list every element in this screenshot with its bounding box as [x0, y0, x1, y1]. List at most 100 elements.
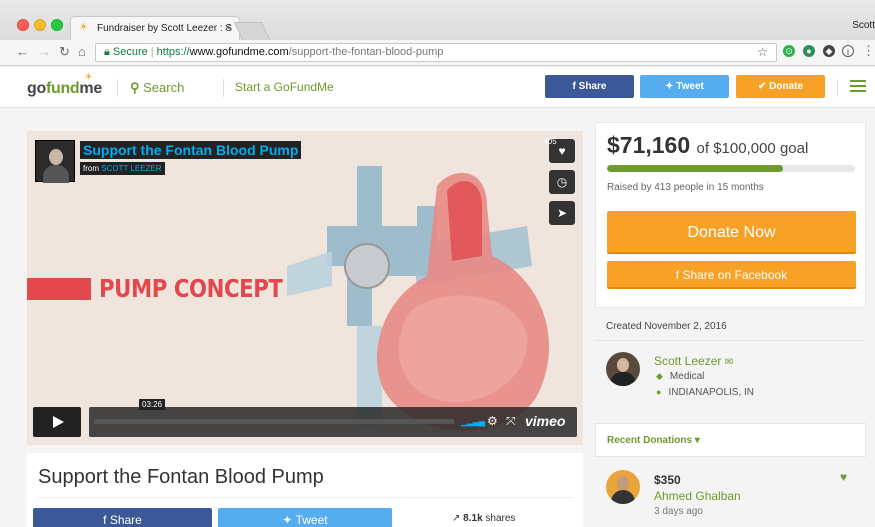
video-title[interactable]: Support the Fontan Blood Pump — [80, 141, 302, 159]
extension-green-icon[interactable]: ⊙ — [783, 45, 795, 57]
goal-text: of $100,000 goal — [696, 140, 809, 157]
goal-card: $71,160 of $100,000 goal Raised by 413 p… — [595, 122, 866, 308]
campaign-share-button[interactable]: f Share — [33, 508, 212, 527]
trending-icon: ↗ — [452, 513, 464, 524]
video-control-bar: 03:26 ▁▂▃▄ ⚙ ⤧ vimeo — [89, 399, 577, 437]
home-icon[interactable]: ⌂ — [78, 44, 86, 59]
twitter-icon: ✦ — [665, 81, 677, 92]
header-divider — [223, 79, 224, 97]
gofundme-favicon-icon: ☀ — [79, 22, 88, 33]
reload-icon[interactable]: ↻ — [59, 44, 70, 60]
bookmark-star-icon[interactable]: ☆ — [757, 45, 768, 59]
video-like-count: 405 — [543, 137, 557, 146]
header-donate-button[interactable]: ✔ Donate — [736, 75, 825, 98]
shares-number: 8.1k — [463, 513, 483, 524]
donation-heart-icon: ♥ — [840, 470, 848, 484]
raised-amount: $71,160 of $100,000 goal — [607, 132, 808, 159]
fullscreen-icon[interactable]: ⤧ — [506, 414, 516, 429]
extension-info-icon[interactable]: i — [842, 45, 854, 57]
organizer-category-text: Medical — [669, 371, 705, 382]
forward-arrow-icon[interactable]: → — [38, 44, 51, 59]
organizer-location-text: INDIANAPOLIS, IN — [668, 387, 755, 398]
video-from[interactable]: from SCOTT LEEZER — [80, 162, 165, 175]
play-button-icon[interactable] — [33, 407, 81, 437]
donate-now-button[interactable]: Donate Now — [607, 211, 856, 254]
header-tweet-button[interactable]: ✦ Tweet — [640, 75, 729, 98]
extension-grammarly-icon[interactable]: ● — [803, 45, 815, 57]
search-icon: ⚲ — [130, 80, 144, 95]
created-date: Created November 2, 2016 — [606, 321, 727, 332]
pump-concept-text: PUMP CONCEPT — [99, 274, 283, 303]
location-pin-icon: ● — [656, 387, 662, 397]
url-path: /support-the-fontan-blood-pump — [288, 46, 444, 58]
campaign-tweet-label: Tweet — [295, 513, 328, 527]
donor-name[interactable]: Ahmed Ghalban — [654, 489, 741, 503]
donation-amount: $350 — [654, 473, 681, 487]
logo-sun-icon: ☀ — [84, 72, 93, 83]
goal-progress-bar — [607, 165, 855, 172]
campaign-tweet-button[interactable]: ✦ Tweet — [218, 508, 392, 527]
video-author-avatar[interactable] — [35, 140, 75, 183]
back-arrow-icon[interactable]: ← — [16, 44, 29, 59]
recent-donations-title[interactable]: Recent Donations ▾ — [607, 435, 700, 446]
video-from-author: SCOTT LEEZER — [101, 164, 162, 173]
url-protocol: https:// — [156, 46, 190, 58]
chevron-down-icon: ▾ — [694, 435, 700, 446]
start-gofundme-link[interactable]: Start a GoFundMe — [235, 80, 334, 94]
volume-icon[interactable]: ▁▂▃▄ — [461, 416, 485, 427]
vimeo-logo[interactable]: vimeo — [525, 413, 565, 429]
organizer-avatar[interactable] — [606, 352, 640, 386]
raised-info: Raised by 413 people in 15 months — [607, 182, 764, 193]
campaign-video[interactable]: Support the Fontan Blood Pump from SCOTT… — [27, 131, 583, 445]
browser-tab[interactable]: ☀ Fundraiser by Scott Leezer : S × — [70, 16, 240, 40]
goal-progress-fill — [607, 165, 784, 172]
address-separator: | — [150, 46, 154, 58]
facebook-icon: f — [103, 513, 110, 527]
donor-avatar — [606, 470, 640, 504]
hamburger-menu-icon[interactable] — [850, 80, 866, 95]
profile-name[interactable]: Scott — [852, 20, 875, 31]
tab-title: Fundraiser by Scott Leezer : S — [97, 23, 233, 34]
window-minimize-icon[interactable] — [34, 19, 46, 31]
campaign-share-label: Share — [109, 513, 142, 527]
recent-donations-label: Recent Donations — [607, 435, 693, 446]
organizer-name[interactable]: Scott Leezer ✉ — [654, 354, 733, 368]
twitter-icon: ✦ — [282, 513, 296, 527]
pump-concept-bar — [27, 278, 91, 300]
menu-dots-icon[interactable]: ⋮ — [862, 43, 875, 59]
browser-titlebar: ☀ Fundraiser by Scott Leezer : S × Scott — [0, 0, 875, 40]
video-from-prefix: from — [83, 164, 99, 173]
site-header: gofundme ☀ ⚲ Search Start a GoFundMe f S… — [0, 67, 875, 108]
share-on-facebook-button[interactable]: f Share on Facebook — [607, 261, 856, 289]
organizer-divider — [595, 340, 866, 341]
url-domain: www.gofundme.com — [189, 46, 289, 58]
address-bar[interactable]: 🔒︎ Secure | https://www.gofundme.com/suppo… — [95, 43, 777, 62]
raised-value: $71,160 — [607, 132, 691, 158]
check-icon: ✔ — [757, 81, 770, 92]
recent-donations-header[interactable]: Recent Donations ▾ — [595, 423, 866, 457]
header-donate-label: Donate — [769, 81, 804, 92]
campaign-title: Support the Fontan Blood Pump — [38, 466, 324, 488]
organizer-category[interactable]: ◆ Medical — [656, 371, 704, 382]
window-close-icon[interactable] — [17, 19, 29, 31]
shares-label: shares — [485, 513, 516, 524]
tab-close-icon[interactable]: × — [225, 22, 231, 34]
heart-pump-illustration — [287, 166, 550, 431]
header-tweet-label: Tweet — [676, 81, 704, 92]
video-progress-bar[interactable] — [94, 419, 454, 424]
video-controls: 03:26 ▁▂▃▄ ⚙ ⤧ vimeo — [33, 399, 577, 437]
window-zoom-icon[interactable] — [51, 19, 63, 31]
search-label: Search — [143, 80, 185, 95]
settings-gear-icon[interactable]: ⚙ — [487, 414, 498, 428]
envelope-icon[interactable]: ✉ — [725, 357, 733, 368]
shares-count: ↗ 8.1k shares — [452, 513, 515, 524]
donation-time: 3 days ago — [654, 506, 703, 517]
header-divider — [837, 79, 838, 97]
lock-icon: 🔒︎ — [104, 46, 110, 58]
share-on-facebook-label: Share on Facebook — [682, 268, 788, 282]
extension-evernote-icon[interactable]: ◆ — [823, 45, 835, 57]
search-link[interactable]: ⚲ Search — [130, 80, 184, 96]
video-duration: 03:26 — [139, 399, 166, 410]
header-share-button[interactable]: f Share — [545, 75, 634, 98]
secure-label: Secure — [112, 46, 148, 58]
